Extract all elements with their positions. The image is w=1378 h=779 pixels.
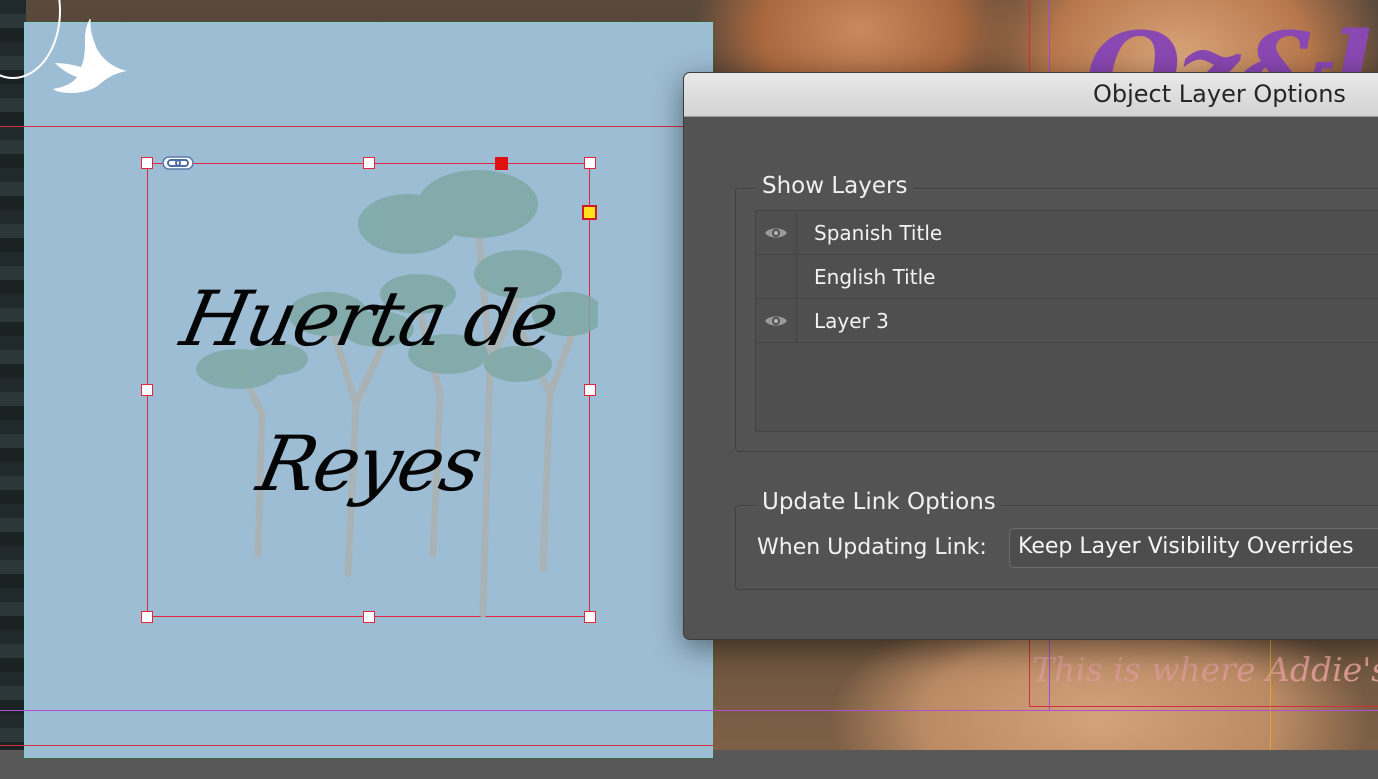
layer-row-layer-3[interactable]: Layer 3 bbox=[756, 299, 1378, 343]
visibility-toggle[interactable] bbox=[756, 299, 797, 343]
resize-handle-bottom-right[interactable] bbox=[584, 611, 596, 623]
layer-name: Spanish Title bbox=[814, 221, 943, 245]
layer-name: English Title bbox=[814, 265, 936, 289]
eye-icon bbox=[765, 316, 787, 326]
resize-handle-top-left[interactable] bbox=[141, 157, 153, 169]
document-caption-text: This is where Addie's in bbox=[1032, 650, 1378, 689]
graphic-title-line-1: Huerta de bbox=[173, 274, 566, 363]
resize-handle-middle-left[interactable] bbox=[141, 384, 153, 396]
visibility-toggle[interactable] bbox=[756, 211, 797, 255]
resize-handle-middle-right[interactable] bbox=[584, 384, 596, 396]
pasteboard-strip bbox=[0, 0, 26, 750]
dialog-title: Object Layer Options bbox=[1093, 80, 1346, 108]
dialog-titlebar[interactable]: Object Layer Options bbox=[684, 73, 1378, 117]
show-layers-label: Show Layers bbox=[756, 173, 914, 199]
visibility-toggle[interactable] bbox=[756, 255, 797, 299]
layer-name: Layer 3 bbox=[814, 309, 889, 333]
resize-handle-top-right[interactable] bbox=[584, 157, 596, 169]
bleed-guide bbox=[0, 745, 713, 746]
resize-handle-bottom-center[interactable] bbox=[363, 611, 375, 623]
layers-list[interactable]: Spanish Title English Title Layer 3 bbox=[755, 210, 1378, 432]
graphic-title-line-2: Reyes bbox=[250, 419, 489, 508]
placed-graphic-frame[interactable]: Huerta de Reyes bbox=[141, 157, 598, 623]
when-updating-link-dropdown[interactable]: Keep Layer Visibility Overrides bbox=[1009, 528, 1378, 568]
resize-handle-top-center[interactable] bbox=[363, 157, 375, 169]
update-link-options-label: Update Link Options bbox=[756, 489, 1002, 515]
margin-guide bbox=[0, 126, 713, 127]
content-grabber-handle[interactable] bbox=[495, 157, 508, 170]
layer-row-english-title[interactable]: English Title bbox=[756, 255, 1378, 299]
swallow-bird-icon bbox=[53, 19, 127, 93]
resize-handle-bottom-left[interactable] bbox=[141, 611, 153, 623]
object-layer-options-dialog: Object Layer Options Show Layers Spanish… bbox=[683, 72, 1378, 640]
link-chain-icon[interactable] bbox=[162, 155, 194, 171]
margin-guide bbox=[1029, 706, 1378, 707]
eye-icon bbox=[765, 228, 787, 238]
when-updating-link-label: When Updating Link: bbox=[757, 535, 987, 560]
layer-row-spanish-title[interactable]: Spanish Title bbox=[756, 211, 1378, 255]
trees-illustration bbox=[196, 170, 598, 618]
corner-options-handle[interactable] bbox=[582, 205, 597, 220]
margin-guide bbox=[0, 710, 1378, 711]
